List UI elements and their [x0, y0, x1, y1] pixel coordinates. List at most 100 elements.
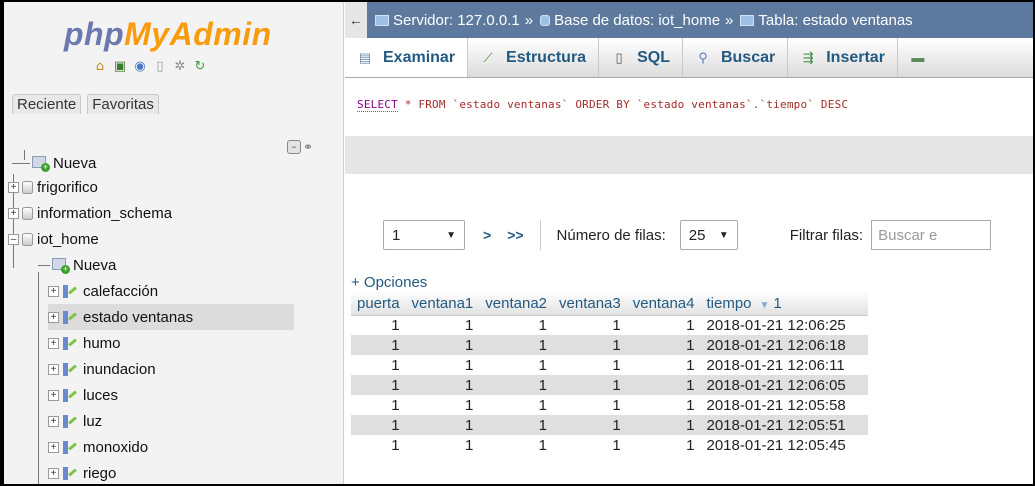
expand-icon[interactable]: +	[48, 467, 59, 479]
tree-item-iot-home[interactable]: – iot_home	[8, 226, 99, 252]
table-row[interactable]: 1 1 1 1 1 2018-01-21 12:06:11	[351, 355, 869, 375]
rows-count-select[interactable]: 25 ▼	[679, 220, 738, 250]
breadcrumb-database[interactable]: Base de datos: iot_home	[554, 12, 720, 29]
database-icon	[540, 14, 551, 26]
rows-count-label: Número de filas:	[556, 226, 666, 244]
phpmyadmin-logo[interactable]: phpMyAdmin	[64, 16, 272, 53]
sql-select-keyword[interactable]: SELECT	[357, 98, 398, 112]
column-header-ventana2[interactable]: ventana2	[479, 291, 554, 316]
tree-item-new-table[interactable]: + Nueva	[38, 252, 116, 278]
tree-item-calefaccion[interactable]: + calefacción	[48, 278, 158, 304]
nav-divider	[539, 220, 541, 250]
table-cell-puerta: 1	[351, 395, 406, 415]
column-header-ventana4[interactable]: ventana4	[626, 291, 701, 316]
main-panel: ← Servidor: 127.0.0.1 » Base de datos: i…	[345, 2, 1033, 484]
table-menu-tabs: ▤ Examinar ⟋ Estructura ▯ SQL ⚲ Buscar ⇶…	[345, 38, 1033, 78]
expand-icon[interactable]: +	[48, 285, 59, 297]
page-select-value: 1	[392, 226, 401, 244]
rows-count-value: 25	[688, 226, 706, 244]
quick-icons: ⌂ ▣ ◉ ▯ ✲ ↻	[92, 58, 208, 74]
page-select[interactable]: 1 ▼	[383, 220, 465, 250]
docs-icon[interactable]: ▯	[152, 58, 168, 74]
tab-insertar[interactable]: ⇶ Insertar	[788, 38, 898, 77]
reload-icon[interactable]: ↻	[192, 58, 208, 74]
search-icon: ⚲	[698, 49, 708, 65]
expand-icon[interactable]: +	[48, 441, 59, 453]
table-cell-ventana4: 1	[626, 395, 701, 415]
tree-item-estado-ventanas[interactable]: + estado ventanas	[48, 304, 294, 330]
expand-icon[interactable]: +	[8, 207, 19, 219]
tree-item-information-schema[interactable]: + information_schema	[8, 200, 172, 226]
tree-item-luz[interactable]: + luz	[48, 408, 102, 434]
table-cell-ventana2: 1	[479, 375, 554, 395]
query-results-band	[345, 136, 1033, 174]
link-with-main-icon[interactable]: ⚭	[303, 140, 313, 154]
table-cell-puerta: 1	[351, 315, 406, 335]
table-row[interactable]: 1 1 1 1 1 2018-01-21 12:06:05	[351, 375, 869, 395]
tab-export-partial[interactable]: ▬	[898, 38, 948, 77]
table-row[interactable]: 1 1 1 1 1 2018-01-21 12:05:51	[351, 415, 869, 435]
expand-icon[interactable]: +	[8, 181, 19, 193]
table-row[interactable]: 1 1 1 1 1 2018-01-21 12:05:58	[351, 395, 869, 415]
breadcrumb-server[interactable]: Servidor: 127.0.0.1	[393, 12, 520, 29]
tab-label: SQL	[637, 48, 670, 66]
tab-label: Estructura	[506, 48, 587, 66]
tab-favorites[interactable]: Favoritas	[87, 94, 159, 114]
expand-icon[interactable]: +	[48, 415, 59, 427]
last-page-button[interactable]: >>	[507, 227, 523, 243]
tab-buscar[interactable]: ⚲ Buscar	[683, 38, 789, 77]
table-icon	[62, 309, 78, 325]
tree-item-new-database[interactable]: + Nueva	[12, 150, 96, 176]
tree-item-label: inundacion	[83, 360, 156, 378]
tree-item-label: iot_home	[37, 230, 99, 248]
tree-item-label: calefacción	[83, 282, 159, 300]
tab-examinar[interactable]: ▤ Examinar	[345, 38, 469, 77]
expand-icon[interactable]: +	[48, 389, 59, 401]
sql-query-icon[interactable]: ▣	[112, 58, 128, 74]
column-header-ventana3[interactable]: ventana3	[553, 291, 627, 316]
column-header-ventana1[interactable]: ventana1	[405, 291, 480, 316]
column-header-puerta[interactable]: puerta	[351, 291, 406, 316]
table-cell-ventana3: 1	[553, 335, 627, 355]
collapse-icon[interactable]: –	[8, 233, 19, 245]
collapse-all-icon[interactable]: –	[286, 140, 301, 154]
breadcrumb-table[interactable]: Tabla: estado ventanas	[758, 12, 912, 29]
table-row[interactable]: 1 1 1 1 1 2018-01-21 12:06:18	[351, 335, 869, 355]
phpmyadmin-window: phpMyAdmin ⌂ ▣ ◉ ▯ ✲ ↻ Reciente Favorita…	[4, 2, 1033, 484]
table-cell-ventana1: 1	[405, 415, 480, 435]
tree-item-humo[interactable]: + humo	[48, 330, 121, 356]
settings-icon[interactable]: ✲	[172, 58, 188, 74]
tree-item-inundacion[interactable]: + inundacion	[48, 356, 156, 382]
next-page-button[interactable]: >	[483, 227, 491, 243]
table-cell-ventana3: 1	[553, 395, 627, 415]
table-cell-ventana2: 1	[479, 355, 554, 375]
help-icon[interactable]: ◉	[132, 58, 148, 74]
filter-rows-input[interactable]: Buscar e	[871, 220, 992, 250]
expand-icon[interactable]: +	[48, 363, 59, 375]
tree-item-frigorifico[interactable]: + frigorifico	[8, 174, 98, 200]
tree-item-luces[interactable]: + luces	[48, 382, 118, 408]
table-cell-ventana2: 1	[479, 415, 554, 435]
home-icon[interactable]: ⌂	[92, 58, 108, 74]
table-cell-tiempo: 2018-01-21 12:05:51	[700, 415, 869, 435]
column-header-tiempo[interactable]: tiempo ▼ 1	[700, 291, 869, 316]
back-arrow-icon[interactable]: ←	[345, 2, 367, 38]
table-cell-ventana1: 1	[405, 355, 480, 375]
table-row[interactable]: 1 1 1 1 1 2018-01-21 12:05:45	[351, 435, 869, 455]
table-cell-ventana1: 1	[405, 395, 480, 415]
tree-item-label: riego	[83, 464, 117, 482]
expand-icon[interactable]: +	[48, 311, 59, 323]
expand-icon[interactable]: +	[48, 337, 59, 349]
table-cell-ventana4: 1	[626, 335, 701, 355]
options-link[interactable]: + Opciones	[351, 274, 427, 291]
pagination-row: 1 ▼ > >> Número de filas: 25 ▼ Filtrar f…	[345, 217, 1033, 253]
tab-estructura[interactable]: ⟋ Estructura	[468, 38, 600, 77]
tree-item-monoxido[interactable]: + monoxido	[48, 434, 148, 460]
table-row[interactable]: 1 1 1 1 1 2018-01-21 12:06:25	[351, 315, 869, 335]
tab-sql[interactable]: ▯ SQL	[599, 38, 683, 77]
table-cell-puerta: 1	[351, 435, 406, 455]
breadcrumb: ← Servidor: 127.0.0.1 » Base de datos: i…	[345, 2, 1033, 38]
tab-label: Buscar	[720, 48, 776, 66]
tree-item-riego[interactable]: + riego	[48, 460, 116, 484]
tab-recent[interactable]: Reciente	[12, 94, 82, 114]
